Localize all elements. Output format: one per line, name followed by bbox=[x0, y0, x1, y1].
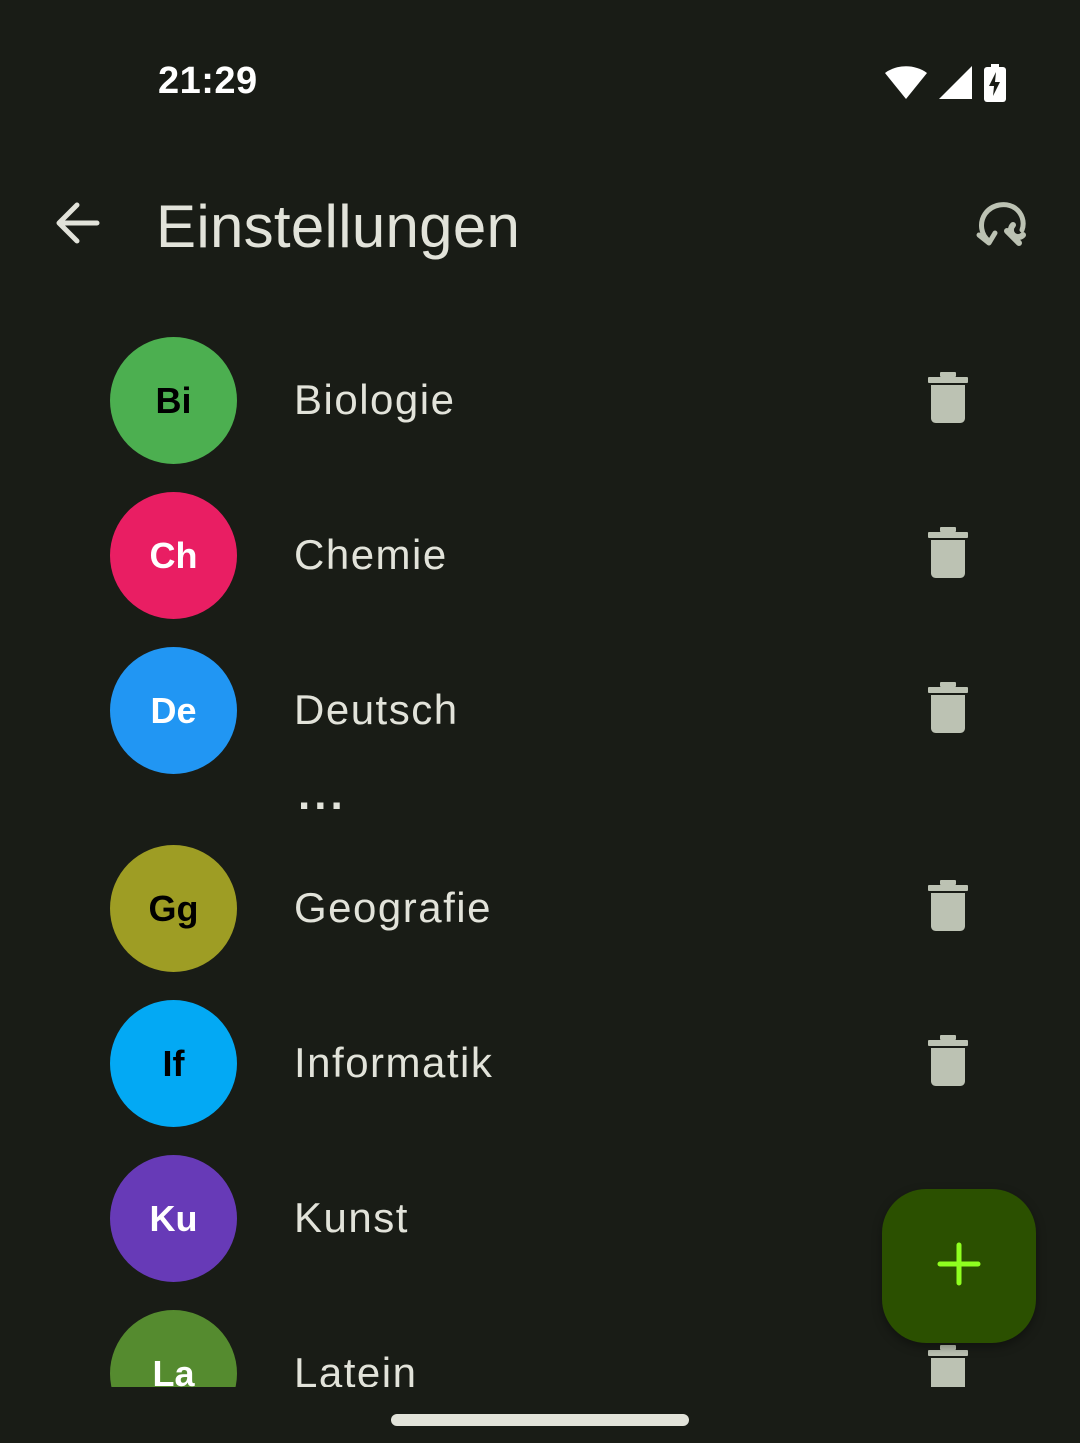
back-button[interactable] bbox=[46, 194, 108, 256]
page-title: Einstellungen bbox=[156, 193, 521, 260]
subject-row-deutsch[interactable]: De Deutsch bbox=[0, 640, 1080, 780]
subject-avatar: De bbox=[110, 647, 237, 774]
subject-row-informatik[interactable]: If Informatik bbox=[0, 993, 1080, 1133]
subject-name: Deutsch bbox=[294, 686, 459, 733]
add-icon bbox=[937, 1242, 981, 1291]
subject-name: Geografie bbox=[294, 884, 492, 931]
status-icons bbox=[884, 64, 1006, 102]
home-indicator[interactable] bbox=[391, 1414, 689, 1426]
subject-name: Chemie bbox=[294, 531, 448, 578]
subject-avatar: Bi bbox=[110, 337, 237, 464]
subject-avatar: Ku bbox=[110, 1155, 237, 1282]
trash-icon bbox=[928, 681, 968, 739]
delete-button[interactable] bbox=[904, 1019, 992, 1107]
trash-icon bbox=[928, 1034, 968, 1092]
restore-settings-icon bbox=[975, 197, 1031, 258]
delete-button[interactable] bbox=[904, 511, 992, 599]
subject-name: Informatik bbox=[294, 1039, 494, 1086]
trash-icon bbox=[928, 879, 968, 937]
delete-button[interactable] bbox=[904, 356, 992, 444]
subject-row-biologie[interactable]: Bi Biologie bbox=[0, 330, 1080, 470]
delete-button[interactable] bbox=[904, 666, 992, 754]
restore-settings-button[interactable] bbox=[970, 194, 1036, 260]
subject-avatar: La bbox=[110, 1310, 237, 1387]
subject-avatar: Gg bbox=[110, 845, 237, 972]
subject-avatar: Ch bbox=[110, 492, 237, 619]
trash-icon bbox=[928, 526, 968, 584]
wifi-icon bbox=[884, 65, 928, 101]
subject-name: Latein bbox=[294, 1349, 418, 1387]
subject-avatar: If bbox=[110, 1000, 237, 1127]
arrow-back-icon bbox=[53, 199, 101, 252]
subject-name: Biologie bbox=[294, 376, 456, 423]
status-time: 21:29 bbox=[158, 60, 258, 102]
signal-icon bbox=[938, 65, 974, 101]
trash-icon bbox=[928, 1344, 968, 1387]
battery-charging-icon bbox=[984, 64, 1006, 102]
subject-row-geografie[interactable]: Gg Geografie bbox=[0, 838, 1080, 978]
subject-name: Kunst bbox=[294, 1194, 409, 1241]
delete-button[interactable] bbox=[904, 864, 992, 952]
trash-icon bbox=[928, 371, 968, 429]
list-ellipsis: ... bbox=[298, 770, 347, 819]
subject-row-chemie[interactable]: Ch Chemie bbox=[0, 485, 1080, 625]
add-subject-button[interactable] bbox=[882, 1189, 1036, 1343]
